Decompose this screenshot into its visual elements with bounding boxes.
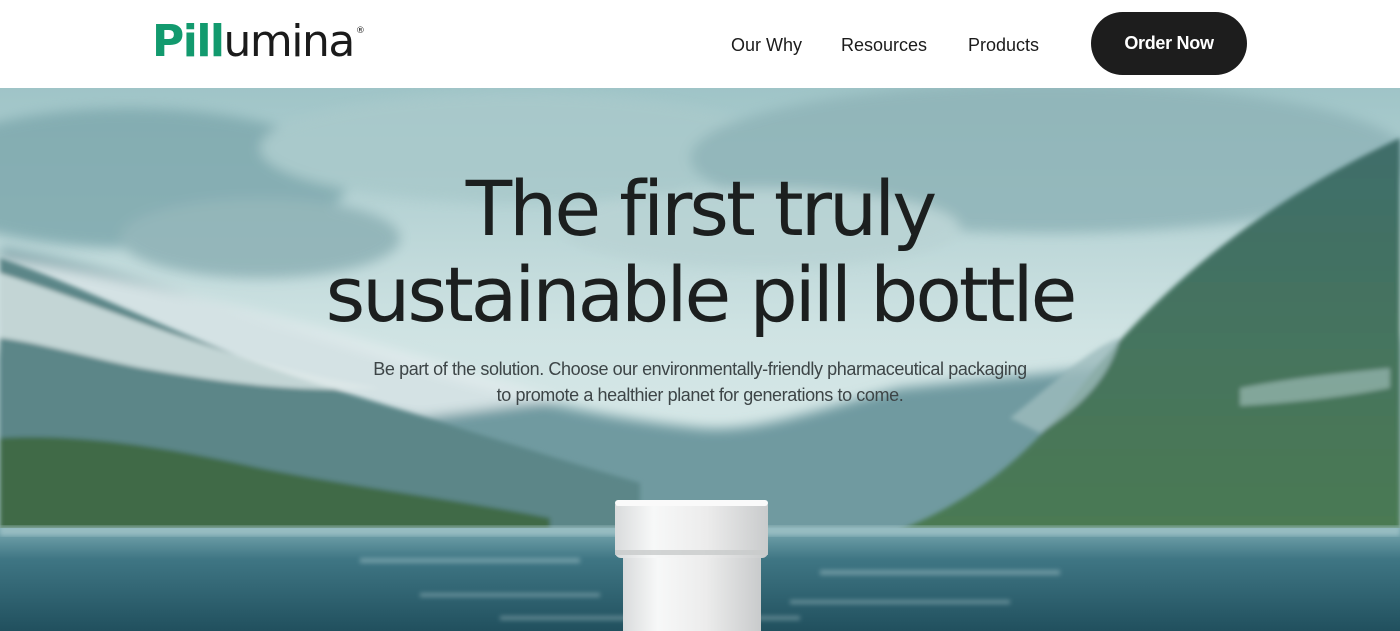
order-now-button[interactable]: Order Now	[1091, 12, 1247, 75]
logo-text-accent: Pill	[152, 16, 225, 67]
hero-subtitle-line-1: Be part of the solution. Choose our envi…	[373, 359, 1027, 379]
nav-link-resources[interactable]: Resources	[841, 34, 927, 56]
pill-bottle-icon	[615, 500, 768, 631]
nav-link-our-why[interactable]: Our Why	[731, 34, 802, 56]
hero-subtitle-line-2: to promote a healthier planet for genera…	[496, 385, 904, 405]
hero-title-line-2: sustainable pill bottle	[325, 250, 1078, 339]
nav-link-products[interactable]: Products	[968, 34, 1039, 56]
brand-logo[interactable]: Pill umina ®	[152, 16, 365, 67]
site-header: Pill umina ® Our Why Resources Products Or…	[0, 0, 1400, 88]
hero-title: The first truly sustainable pill bottle	[0, 166, 1400, 338]
hero-title-line-1: The first truly	[465, 164, 937, 253]
logo-text-main: umina	[223, 16, 356, 67]
hero-subtitle: Be part of the solution. Choose our envi…	[340, 356, 1060, 408]
registered-mark: ®	[355, 26, 365, 36]
hero-section: The first truly sustainable pill bottle …	[0, 88, 1400, 631]
